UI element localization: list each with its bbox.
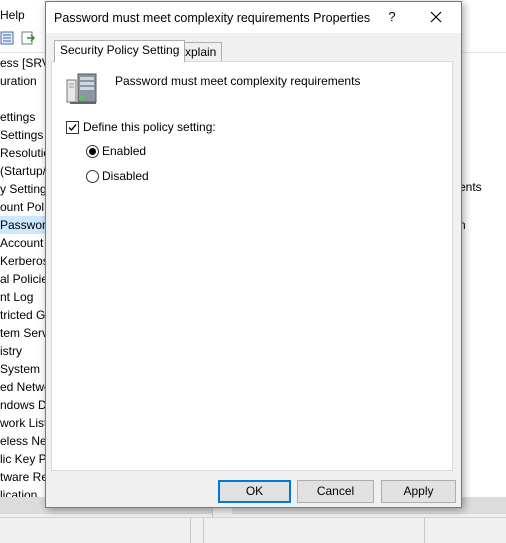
tree-item[interactable]: lic Key P <box>0 450 46 468</box>
help-button[interactable]: ? <box>379 4 405 30</box>
tree-item[interactable]: System <box>0 360 46 378</box>
policy-title: Password must meet complexity requiremen… <box>115 74 361 88</box>
tree-item[interactable]: istry <box>0 342 46 360</box>
disabled-radio[interactable] <box>86 170 99 183</box>
tree-item[interactable]: ess [SRV <box>0 54 46 72</box>
dialog-title: Password must meet complexity requiremen… <box>54 11 371 25</box>
disabled-label[interactable]: Disabled <box>102 169 149 183</box>
close-button[interactable] <box>416 4 456 30</box>
tree-item[interactable]: (Startup/ <box>0 162 46 180</box>
tree-item[interactable]: ndows De <box>0 396 46 414</box>
tree-item[interactable]: ettings <box>0 108 46 126</box>
server-policy-icon <box>66 72 100 106</box>
tree-item[interactable]: Settings <box>0 126 46 144</box>
dialog-titlebar[interactable]: Password must meet complexity requiremen… <box>46 2 461 33</box>
apply-button[interactable]: Apply <box>381 480 456 503</box>
policy-tree[interactable]: ess [SRV uration ettings Settings Resolutio(… <box>0 54 46 498</box>
tree-item[interactable]: nt Log <box>0 288 46 306</box>
tree-item[interactable]: tware Res <box>0 468 46 486</box>
enabled-radio[interactable] <box>86 145 99 158</box>
status-bar <box>0 517 506 543</box>
right-pane-text: ents <box>459 180 482 194</box>
ok-button[interactable]: OK <box>218 480 291 503</box>
tab-security-policy-setting[interactable]: Security Policy Setting <box>54 40 186 62</box>
tree-item[interactable]: work List <box>0 414 46 432</box>
tree-item[interactable]: al Policie <box>0 270 46 288</box>
tree-item[interactable]: Account <box>0 234 46 252</box>
tree-item[interactable]: Kerberos <box>0 252 46 270</box>
tree-item[interactable]: tricted G <box>0 306 46 324</box>
tree-item[interactable]: Passwor <box>0 216 46 234</box>
close-icon <box>430 11 442 23</box>
tree-item[interactable]: uration <box>0 72 46 90</box>
enabled-label[interactable]: Enabled <box>102 144 146 158</box>
define-policy-label[interactable]: Define this policy setting: <box>83 120 216 134</box>
tree-item[interactable]: Resolutio <box>0 144 46 162</box>
tree-item[interactable]: tem Serv <box>0 324 46 342</box>
cancel-button[interactable]: Cancel <box>297 480 374 503</box>
menu-help[interactable]: Help <box>0 8 25 22</box>
checkmark-icon <box>68 124 77 132</box>
tree-item[interactable]: y Setting <box>0 180 46 198</box>
tree-item[interactable]: ount Pol <box>0 198 46 216</box>
define-policy-checkbox[interactable] <box>66 121 79 134</box>
properties-icon[interactable] <box>0 31 14 45</box>
tree-item[interactable]: eless Net <box>0 432 46 450</box>
tree-item[interactable]: ed Netwo <box>0 378 46 396</box>
export-list-icon[interactable] <box>21 31 36 45</box>
properties-dialog: Password must meet complexity requiremen… <box>45 1 462 508</box>
tree-item[interactable] <box>0 90 46 108</box>
